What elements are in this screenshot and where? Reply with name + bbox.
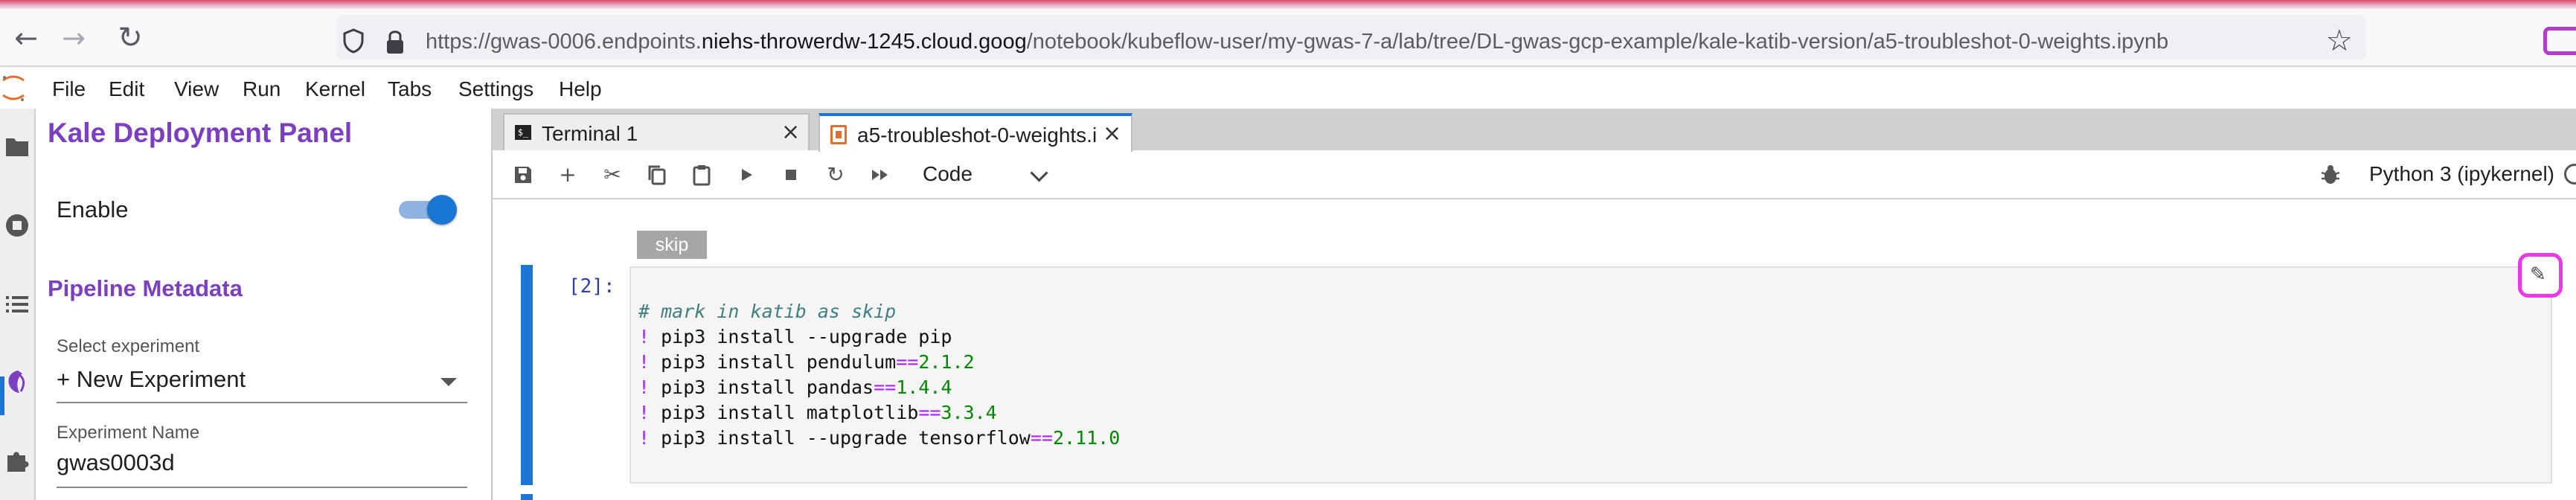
browser-tab-strip bbox=[0, 0, 2576, 9]
tab-notebook[interactable]: a5-troubleshot-0-weights.i × bbox=[818, 113, 1132, 152]
cell-type-dropdown[interactable]: Code bbox=[923, 162, 973, 186]
experiment-name-underline bbox=[57, 487, 467, 488]
toc-icon[interactable] bbox=[3, 290, 31, 318]
tab-terminal-label: Terminal 1 bbox=[542, 122, 638, 145]
menu-kernel[interactable]: Kernel bbox=[305, 77, 365, 101]
code-editor[interactable] bbox=[629, 266, 2552, 484]
code-line-4: ! pip3 install pandas==1.4.4 bbox=[638, 376, 952, 398]
code-line-1: # mark in katib as skip bbox=[638, 301, 896, 322]
code-number: 2.11.0 bbox=[1052, 427, 1121, 449]
close-icon[interactable]: × bbox=[1103, 121, 1121, 147]
tab-terminal[interactable]: $_ Terminal 1 × bbox=[503, 113, 810, 150]
menu-edit[interactable]: Edit bbox=[109, 77, 144, 101]
bookmark-star-icon[interactable]: ☆ bbox=[2326, 24, 2353, 58]
shell-bang: ! bbox=[638, 402, 650, 423]
menu-tabs[interactable]: Tabs bbox=[388, 77, 432, 101]
shell-bang: ! bbox=[638, 326, 650, 347]
kernel-name[interactable]: Python 3 (ipykernel) bbox=[2369, 162, 2554, 186]
code-line-2: ! pip3 install --upgrade pip bbox=[638, 326, 952, 347]
cell-prompt: [2]: bbox=[568, 275, 615, 298]
extension-button[interactable] bbox=[2543, 27, 2576, 55]
shell-bang: ! bbox=[638, 376, 650, 398]
run-icon[interactable] bbox=[734, 162, 759, 188]
forward-icon[interactable]: → bbox=[57, 21, 91, 55]
shield-icon[interactable] bbox=[342, 28, 365, 54]
lock-icon[interactable] bbox=[384, 27, 406, 57]
experiment-name-field[interactable]: gwas0003d bbox=[57, 449, 175, 476]
shell-bang: ! bbox=[638, 351, 650, 373]
tab-notebook-label: a5-troubleshot-0-weights.i bbox=[857, 124, 1098, 147]
stop-icon[interactable] bbox=[778, 162, 804, 188]
extension-icon[interactable] bbox=[3, 446, 31, 475]
cell-tag-skip[interactable]: skip bbox=[637, 231, 707, 259]
code-text: pip3 install matplotlib bbox=[661, 402, 919, 423]
pipeline-metadata-title: Pipeline Metadata bbox=[48, 275, 243, 301]
url-path: /notebook/kubeflow-user/my-gwas-7-a/lab/… bbox=[1026, 30, 2169, 54]
code-operator: == bbox=[918, 402, 941, 423]
enable-label: Enable bbox=[57, 196, 129, 222]
browser-toolbar: ← → ↻ https://gwas-0006.endpoints.niehs-… bbox=[0, 9, 2576, 67]
close-icon[interactable]: × bbox=[781, 119, 800, 145]
debug-icon[interactable] bbox=[2320, 164, 2341, 186]
add-icon[interactable]: + bbox=[555, 162, 580, 188]
code-operator: == bbox=[874, 376, 897, 398]
run-all-icon[interactable] bbox=[868, 162, 893, 188]
menu-run[interactable]: Run bbox=[243, 77, 281, 101]
menu-help[interactable]: Help bbox=[559, 77, 602, 101]
code-comment: # mark in katib as skip bbox=[638, 301, 897, 322]
next-cell-collapser[interactable] bbox=[521, 494, 533, 500]
notebook-icon bbox=[830, 125, 847, 144]
back-icon[interactable]: ← bbox=[9, 21, 43, 55]
notebook-toolbar bbox=[493, 152, 2576, 199]
experiment-name-label: Experiment Name bbox=[57, 423, 200, 443]
url-domain: niehs-throwerdw-1245.cloud.goog bbox=[701, 30, 1027, 54]
code-text: pip3 install pandas bbox=[661, 376, 874, 398]
code-number: 1.4.4 bbox=[896, 376, 952, 398]
code-line-5: ! pip3 install matplotlib==3.3.4 bbox=[638, 402, 997, 423]
code-number: 3.3.4 bbox=[941, 402, 997, 423]
kale-icon[interactable] bbox=[3, 368, 31, 396]
save-icon[interactable] bbox=[510, 162, 536, 188]
terminal-icon: $_ bbox=[515, 125, 531, 140]
pencil-icon[interactable]: ✎ bbox=[2530, 263, 2546, 286]
code-operator: == bbox=[1030, 427, 1053, 449]
menu-file[interactable]: File bbox=[52, 77, 86, 101]
code-line-6: ! pip3 install --upgrade tensorflow==2.1… bbox=[638, 427, 1120, 449]
menu-bar bbox=[0, 67, 2576, 109]
chevron-down-icon[interactable] bbox=[440, 378, 457, 386]
toggle-knob bbox=[427, 195, 457, 225]
menu-settings[interactable]: Settings bbox=[458, 77, 534, 101]
select-experiment-label: Select experiment bbox=[57, 336, 200, 356]
code-text: pip3 install --upgrade tensorflow bbox=[661, 427, 1031, 449]
select-experiment-dropdown[interactable]: + New Experiment bbox=[57, 366, 246, 393]
code-line-3: ! pip3 install pendulum==2.1.2 bbox=[638, 351, 975, 373]
restart-icon[interactable]: ↻ bbox=[823, 162, 848, 188]
select-experiment-underline bbox=[57, 402, 467, 403]
running-icon[interactable] bbox=[3, 211, 31, 240]
jupyter-logo-icon bbox=[2, 75, 25, 101]
code-text: pip3 install --upgrade pip bbox=[661, 326, 952, 347]
reload-icon[interactable]: ↻ bbox=[113, 21, 147, 55]
menu-view[interactable]: View bbox=[174, 77, 219, 101]
code-operator: == bbox=[896, 351, 919, 373]
kale-panel-title: Kale Deployment Panel bbox=[48, 118, 353, 148]
folder-icon[interactable] bbox=[3, 132, 31, 161]
cell-collapser[interactable] bbox=[521, 265, 533, 485]
copy-icon[interactable] bbox=[644, 162, 670, 188]
code-number: 2.1.2 bbox=[918, 351, 975, 373]
enable-toggle[interactable] bbox=[399, 195, 457, 225]
cut-icon[interactable]: ✂ bbox=[600, 162, 625, 188]
code-text: pip3 install pendulum bbox=[661, 351, 897, 373]
paste-icon[interactable] bbox=[689, 162, 714, 188]
url-prefix: https://gwas-0006.endpoints. bbox=[426, 30, 702, 54]
url-text[interactable]: https://gwas-0006.endpoints.niehs-throwe… bbox=[426, 30, 2168, 54]
shell-bang: ! bbox=[638, 427, 650, 449]
